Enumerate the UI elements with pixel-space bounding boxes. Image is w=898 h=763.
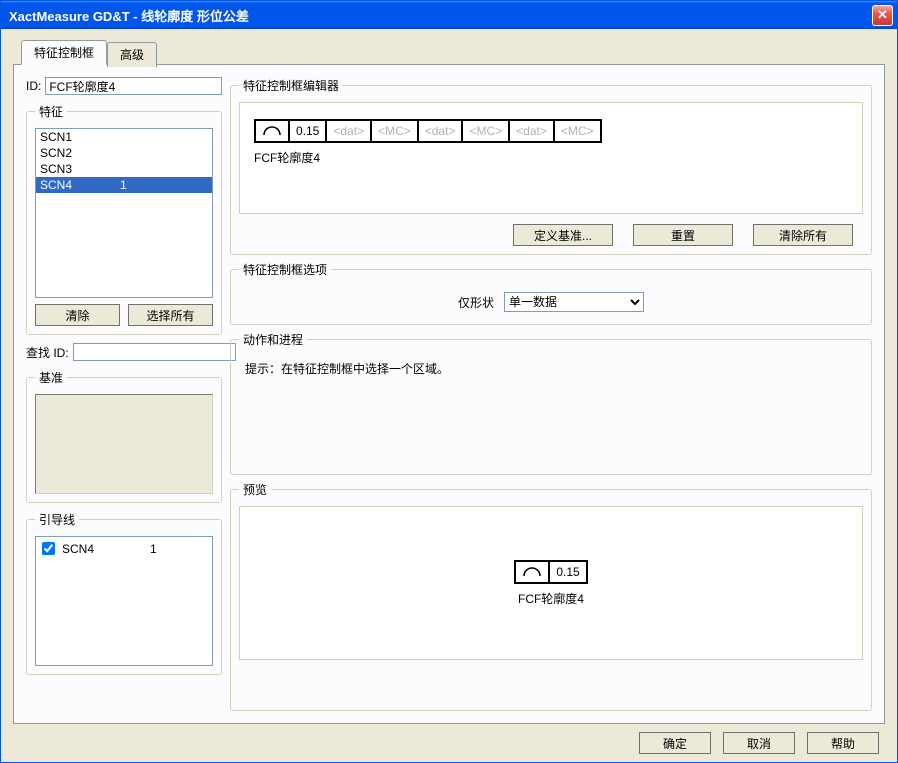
fcf-mc3-cell[interactable]: <MC> <box>555 121 600 141</box>
feature-item[interactable]: SCN3 <box>36 161 212 177</box>
help-button[interactable]: 帮助 <box>807 732 879 754</box>
options-body: 仅形状 单一数据 <box>239 286 863 316</box>
editor-button-row: 定义基准... 重置 清除所有 <box>239 224 863 246</box>
id-input[interactable] <box>45 77 222 95</box>
leader-item-checkbox[interactable] <box>42 542 55 555</box>
shape-only-label: 仅形状 <box>458 294 494 311</box>
features-legend: 特征 <box>35 103 67 120</box>
preview-group: 预览 0.15 FCF轮廓度4 <box>230 481 872 711</box>
preview-tolerance-cell: 0.15 <box>550 562 585 582</box>
actions-body: 提示：在特征控制框中选择一个区域。 <box>239 356 863 466</box>
line-profile-icon <box>522 566 542 578</box>
leader-item-count: 1 <box>150 542 157 556</box>
id-row: ID: <box>26 77 222 95</box>
fcf-frame[interactable]: 0.15 <dat> <MC> <dat> <MC> <dat> <MC> <box>254 119 602 143</box>
datums-group: 基准 <box>26 369 222 503</box>
left-column: ID: 特征 SCN1SCN2SCN3SCN41 清除 选择所有 查找 ID: <box>26 77 222 711</box>
leader-item[interactable]: SCN4 1 <box>38 539 210 558</box>
tab-page: ID: 特征 SCN1SCN2SCN3SCN41 清除 选择所有 查找 ID: <box>13 64 885 724</box>
feature-item-name: SCN2 <box>40 146 120 160</box>
features-listbox[interactable]: SCN1SCN2SCN3SCN41 <box>35 128 213 298</box>
fcf-editor-box: 0.15 <dat> <MC> <dat> <MC> <dat> <MC> FC… <box>239 102 863 214</box>
dialog-button-row: 确定 取消 帮助 <box>13 724 885 756</box>
leader-legend: 引导线 <box>35 511 79 528</box>
fcf-options-group: 特征控制框选项 仅形状 单一数据 <box>230 261 872 325</box>
id-label: ID: <box>26 79 41 93</box>
preview-symbol-cell <box>516 562 550 582</box>
find-id-label: 查找 ID: <box>26 344 69 361</box>
feature-item[interactable]: SCN41 <box>36 177 212 193</box>
fcf-mc2-cell[interactable]: <MC> <box>463 121 510 141</box>
close-button[interactable]: ✕ <box>872 5 893 26</box>
cancel-button[interactable]: 取消 <box>723 732 795 754</box>
reset-button[interactable]: 重置 <box>633 224 733 246</box>
define-datums-button[interactable]: 定义基准... <box>513 224 613 246</box>
tab-advanced[interactable]: 高级 <box>107 42 157 67</box>
feature-item-name: SCN3 <box>40 162 120 176</box>
datums-empty-area <box>35 394 213 494</box>
feature-item-count: 1 <box>120 178 127 192</box>
fcf-datum2-cell[interactable]: <dat> <box>419 121 464 141</box>
leader-item-name: SCN4 <box>62 542 146 556</box>
shape-only-select[interactable]: 单一数据 <box>504 292 644 312</box>
tab-strip: 特征控制框 高级 <box>21 40 885 65</box>
select-all-features-button[interactable]: 选择所有 <box>128 304 213 326</box>
fcf-tolerance-cell[interactable]: 0.15 <box>290 121 327 141</box>
feature-item[interactable]: SCN2 <box>36 145 212 161</box>
fcf-symbol-cell[interactable] <box>256 121 290 141</box>
window-title: XactMeasure GD&T - 线轮廓度 形位公差 <box>9 6 872 25</box>
clear-all-button[interactable]: 清除所有 <box>753 224 853 246</box>
find-id-input[interactable] <box>73 343 236 361</box>
feature-item-name: SCN1 <box>40 130 120 144</box>
title-bar: XactMeasure GD&T - 线轮廓度 形位公差 ✕ <box>1 1 897 29</box>
actions-legend: 动作和进程 <box>239 331 307 348</box>
datums-legend: 基准 <box>35 369 67 386</box>
preview-fcf-frame: 0.15 <box>514 560 587 584</box>
tab-feature-control-frame[interactable]: 特征控制框 <box>21 40 107 65</box>
line-profile-icon <box>262 125 282 137</box>
fcf-options-legend: 特征控制框选项 <box>239 261 331 278</box>
preview-fcf-name: FCF轮廓度4 <box>518 590 584 607</box>
ok-button[interactable]: 确定 <box>639 732 711 754</box>
leader-checklist[interactable]: SCN4 1 <box>35 536 213 666</box>
actions-hint: 提示：在特征控制框中选择一个区域。 <box>245 362 449 376</box>
feature-item[interactable]: SCN1 <box>36 129 212 145</box>
fcf-datum1-cell[interactable]: <dat> <box>327 121 372 141</box>
client-area: 特征控制框 高级 ID: 特征 SCN1SCN2SCN3SCN41 清除 选择所… <box>1 29 897 762</box>
fcf-datum3-cell[interactable]: <dat> <box>510 121 555 141</box>
feature-item-name: SCN4 <box>40 178 120 192</box>
actions-group: 动作和进程 提示：在特征控制框中选择一个区域。 <box>230 331 872 475</box>
features-group: 特征 SCN1SCN2SCN3SCN41 清除 选择所有 <box>26 103 222 335</box>
preview-body: 0.15 FCF轮廓度4 <box>239 506 863 660</box>
leader-group: 引导线 SCN4 1 <box>26 511 222 675</box>
dialog-window: XactMeasure GD&T - 线轮廓度 形位公差 ✕ 特征控制框 高级 … <box>0 0 898 763</box>
find-id-row: 查找 ID: <box>26 343 222 361</box>
preview-legend: 预览 <box>239 481 271 498</box>
fcf-editor-legend: 特征控制框编辑器 <box>239 77 343 94</box>
fcf-name-label: FCF轮廓度4 <box>254 149 848 166</box>
right-column: 特征控制框编辑器 0.15 <dat> <MC> <dat> <box>230 77 872 711</box>
fcf-editor-group: 特征控制框编辑器 0.15 <dat> <MC> <dat> <box>230 77 872 255</box>
features-button-row: 清除 选择所有 <box>35 304 213 326</box>
fcf-mc1-cell[interactable]: <MC> <box>372 121 419 141</box>
clear-features-button[interactable]: 清除 <box>35 304 120 326</box>
